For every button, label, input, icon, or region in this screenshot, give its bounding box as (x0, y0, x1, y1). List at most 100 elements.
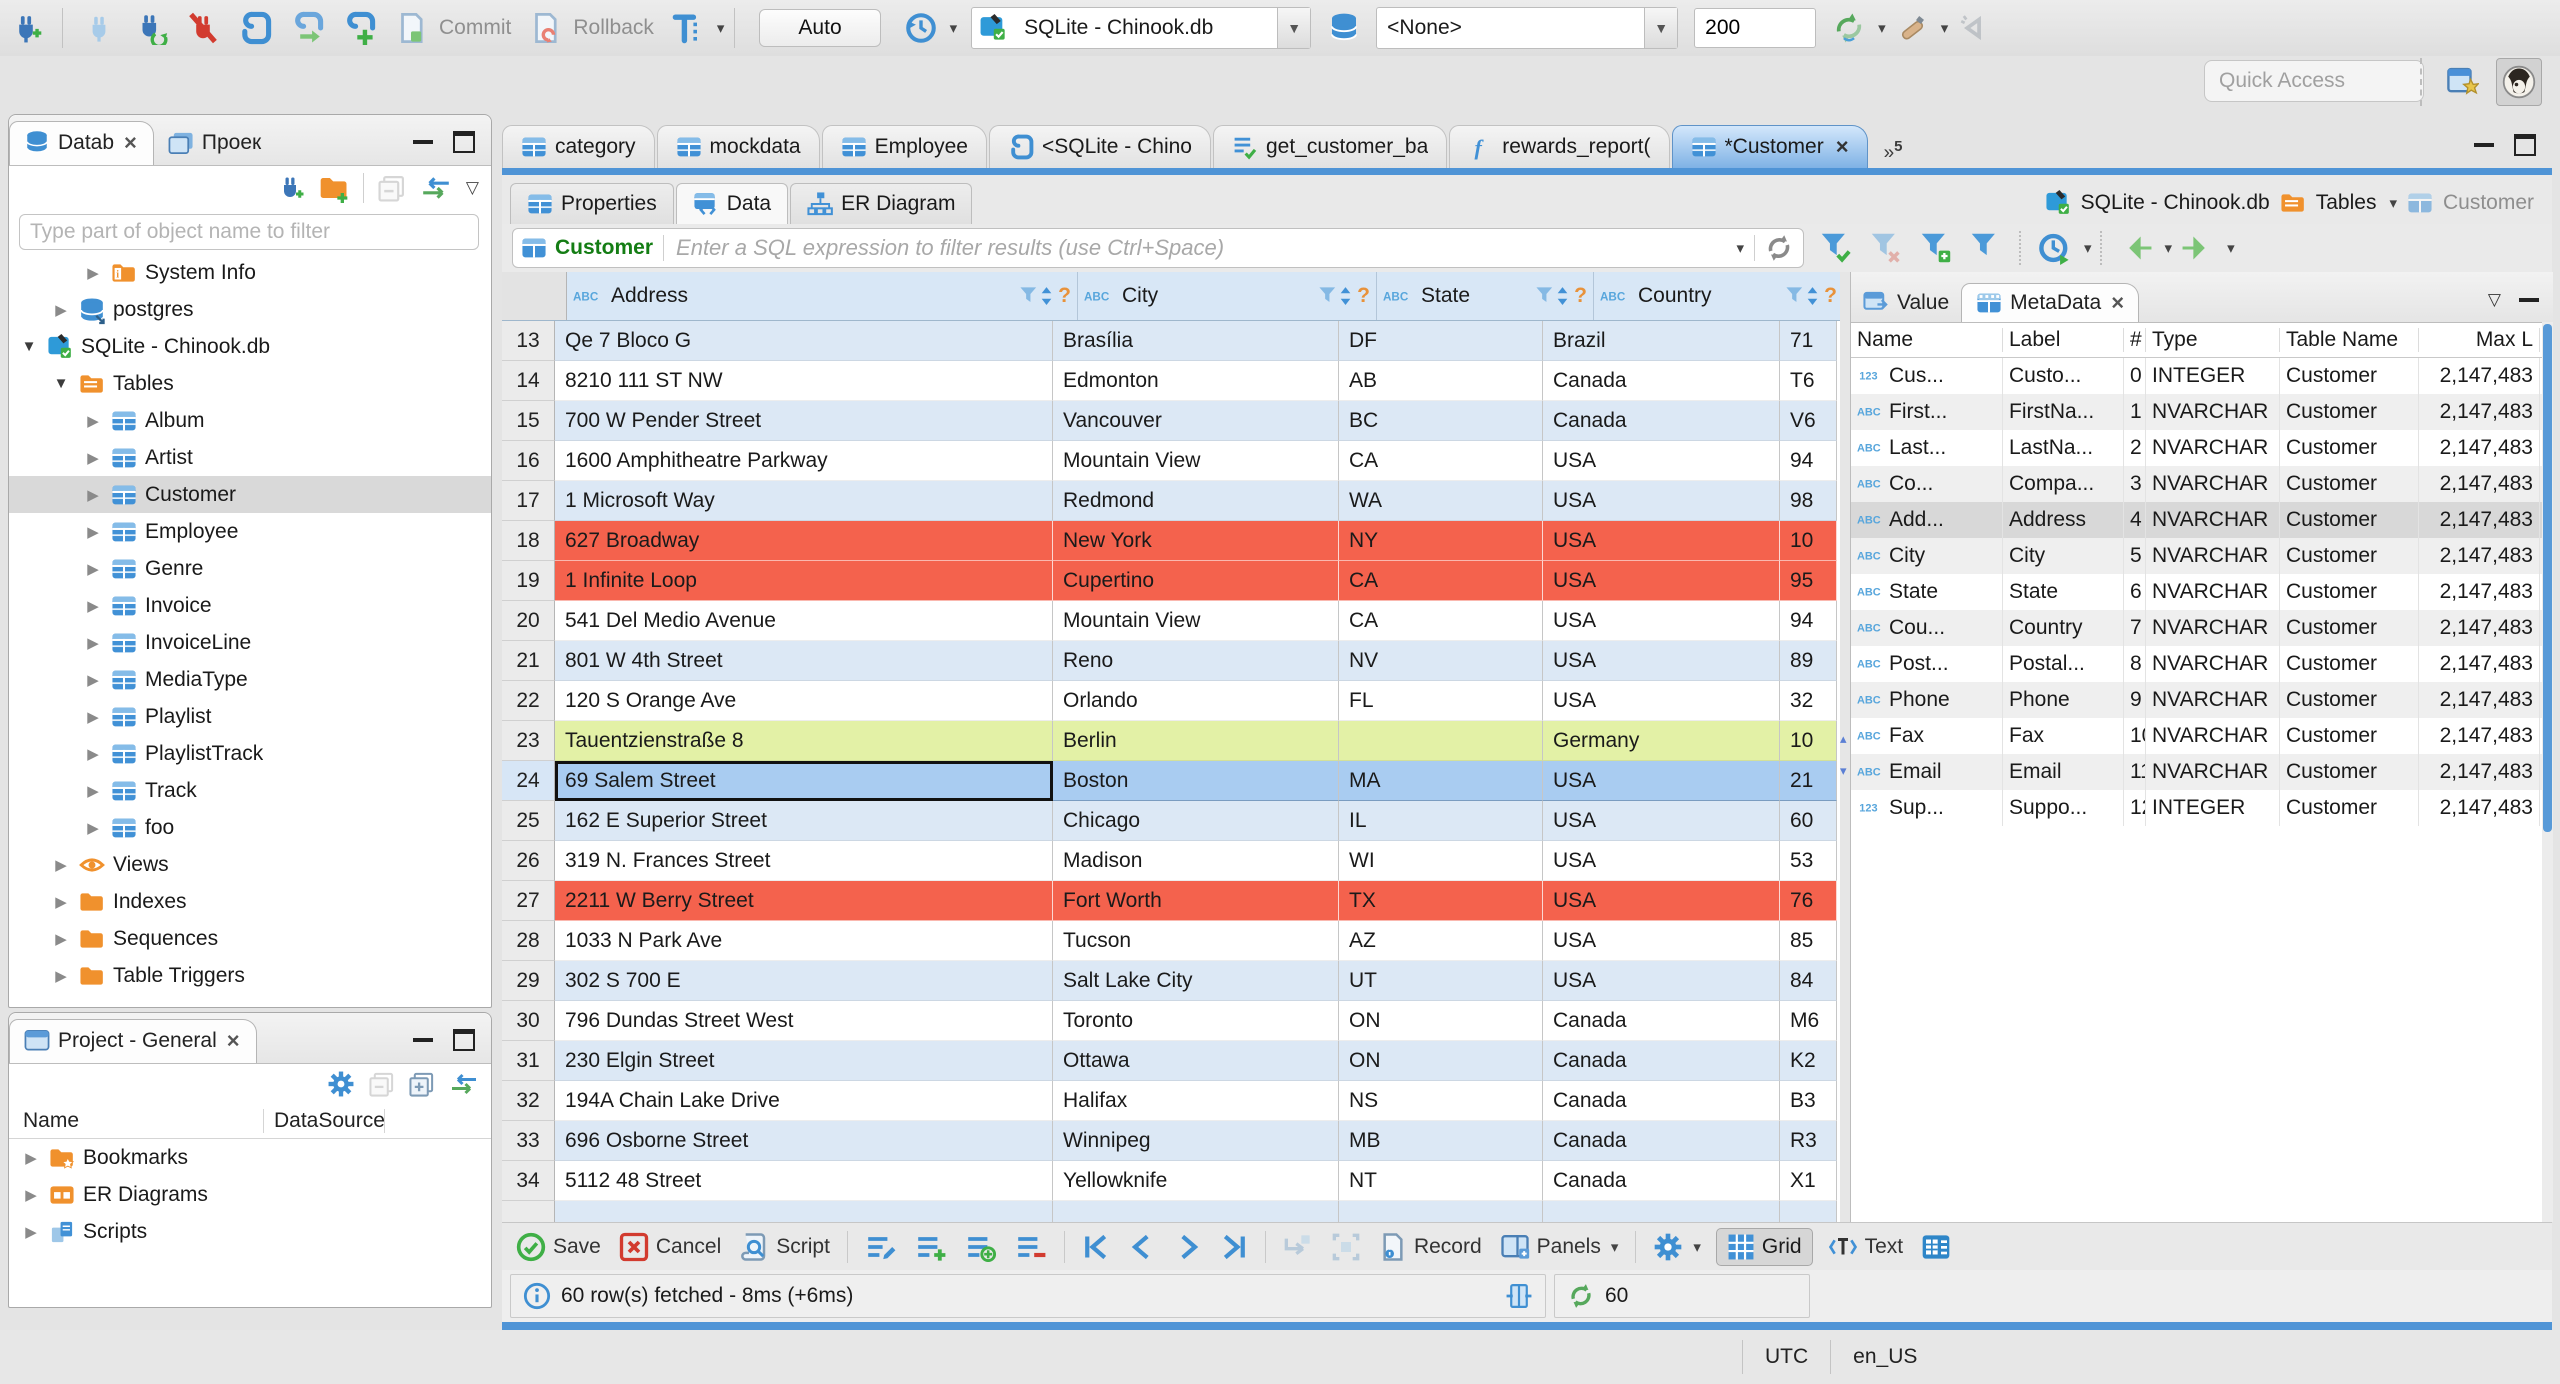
metadata-cell[interactable]: 3 (2124, 466, 2146, 502)
grid-cell[interactable]: MA (1339, 761, 1543, 801)
link-with-editor-icon[interactable] (449, 1072, 479, 1096)
grid-cell[interactable]: Qe 7 Bloco G (555, 321, 1053, 361)
metadata-cell[interactable]: Postal... (2003, 646, 2124, 682)
metadata-cell[interactable]: 2,147,483 (2419, 718, 2540, 754)
tab-data[interactable]: Data (675, 183, 789, 224)
go-to-row-icon[interactable] (1283, 1232, 1313, 1262)
perspective-dbeaver-icon[interactable] (2496, 58, 2542, 106)
metadata-cell[interactable]: State (2003, 574, 2124, 610)
metadata-cell[interactable]: Customer (2280, 574, 2419, 610)
grid-cell[interactable]: AB (1339, 361, 1543, 401)
metadata-row[interactable]: ABC State State 6 NVARCHAR Customer 2,147,483 (1851, 574, 2553, 610)
row-number[interactable]: 26 (502, 841, 555, 881)
grid-cell[interactable]: USA (1543, 681, 1780, 721)
metadata-name-cell[interactable]: ABC Phone (1851, 682, 2003, 718)
grid-cell[interactable]: 302 S 700 E (555, 961, 1053, 1001)
transaction-mode-icon[interactable] (669, 9, 707, 47)
grid-cell[interactable]: 60 (1780, 801, 1837, 841)
custom-filter-icon[interactable] (1970, 232, 2002, 264)
metadata-cell[interactable]: NVARCHAR (2146, 574, 2280, 610)
metadata-cell[interactable]: Customer (2280, 754, 2419, 790)
breadcrumb-database[interactable]: SQLite - Chinook.db (2081, 191, 2270, 215)
grid-cell[interactable]: 1 Infinite Loop (555, 561, 1053, 601)
tree-item-foo[interactable]: ▶ foo (9, 809, 491, 846)
metadata-cell[interactable]: NVARCHAR (2146, 466, 2280, 502)
metadata-cell[interactable]: Fax (2003, 718, 2124, 754)
metadata-row[interactable]: ABCFaxFax10NVARCHARCustomer2,147,483 (1851, 718, 2553, 754)
grid-cell[interactable] (1780, 1201, 1837, 1222)
view-menu-icon[interactable]: ▽ (2488, 290, 2501, 310)
metadata-cell[interactable]: Customer (2280, 358, 2419, 394)
metadata-cell[interactable]: FirstNa... (2003, 394, 2124, 430)
tree-collapse-icon[interactable]: ▼ (19, 338, 39, 355)
grid-corner[interactable] (502, 272, 567, 320)
metadata-cell[interactable]: Customer (2280, 502, 2419, 538)
grid-cell[interactable]: IL (1339, 801, 1543, 841)
settings-gear-icon[interactable] (327, 1070, 355, 1098)
grid-cell[interactable]: R3 (1780, 1121, 1837, 1161)
refresh-icon[interactable] (1764, 233, 1794, 263)
metadata-cell[interactable]: 2,147,483 (2419, 574, 2540, 610)
tree-item-customer[interactable]: ▶ Customer (9, 476, 491, 513)
metadata-name-cell[interactable]: ABC Co... (1851, 466, 2003, 502)
metadata-cell[interactable]: 2,147,483 (2419, 754, 2540, 790)
perspective-dbeaver-new-icon[interactable] (2440, 58, 2484, 104)
tree-item-invoiceline[interactable]: ▶ InvoiceLine (9, 624, 491, 661)
auto-commit-button[interactable]: Auto (759, 9, 881, 47)
editor-tab--customer[interactable]: *Customer × (1671, 125, 1868, 168)
row-number[interactable]: 27 (502, 881, 555, 921)
grid-cell[interactable]: New York (1053, 521, 1339, 561)
grid-cell[interactable]: 53 (1780, 841, 1837, 881)
fetch-previous-caret[interactable]: ▾ (2165, 239, 2173, 257)
grid-cell[interactable]: Madison (1053, 841, 1339, 881)
tree-item-data-types[interactable]: ▶Data Types (9, 994, 491, 1003)
metadata-name-cell[interactable]: ABC Fax (1851, 718, 2003, 754)
project-item-bookmarks[interactable]: ▶ Bookmarks (9, 1139, 491, 1176)
grid-cell[interactable]: Mountain View (1053, 601, 1339, 641)
tree-expand-icon[interactable]: ▶ (21, 1149, 41, 1167)
maximize-icon[interactable] (453, 131, 475, 153)
metadata-cell[interactable]: 8 (2124, 646, 2146, 682)
grid-cell[interactable]: 700 W Pender Street (555, 401, 1053, 441)
grid-cell[interactable]: AZ (1339, 921, 1543, 961)
column-sort-icon[interactable] (1338, 285, 1353, 307)
metadata-cell[interactable]: 2,147,483 (2419, 790, 2540, 826)
grid-cell[interactable]: USA (1543, 481, 1780, 521)
row-number[interactable]: 13 (502, 321, 555, 361)
grid-cell[interactable]: 696 Osborne Street (555, 1121, 1053, 1161)
tree-item-sequences[interactable]: ▶ Sequences (9, 920, 491, 957)
grid-cell[interactable]: 627 Broadway (555, 521, 1053, 561)
column-filter-icon[interactable] (1318, 286, 1338, 306)
grid-cell[interactable]: Canada (1543, 1081, 1780, 1121)
collapse-all-icon[interactable] (378, 174, 406, 202)
metadata-cell[interactable]: 2,147,483 (2419, 430, 2540, 466)
tree-item-table-triggers[interactable]: ▶ Table Triggers (9, 957, 491, 994)
tree-expand-icon[interactable]: ▶ (83, 745, 103, 763)
panels-caret[interactable]: ▾ (1611, 1238, 1619, 1256)
minimize-icon[interactable] (2519, 298, 2539, 302)
grid-cell[interactable]: 84 (1780, 961, 1837, 1001)
grid-cell[interactable]: Canada (1543, 1001, 1780, 1041)
grid-cell[interactable]: Vancouver (1053, 401, 1339, 441)
transaction-log-caret[interactable]: ▾ (950, 19, 958, 37)
column-datasource[interactable]: DataSource (264, 1109, 385, 1133)
metadata-column-max-l[interactable]: Max L (2419, 328, 2540, 352)
column-filter-icon[interactable] (1019, 286, 1039, 306)
grid-cell[interactable]: Reno (1053, 641, 1339, 681)
close-icon[interactable]: × (2111, 290, 2124, 316)
reconnect-icon[interactable] (132, 9, 170, 47)
grid-cell[interactable]: 98 (1780, 481, 1837, 521)
grid-cell[interactable]: 801 W 4th Street (555, 641, 1053, 681)
metadata-cell[interactable]: 2,147,483 (2419, 682, 2540, 718)
refresh-status-box[interactable]: 60 (1554, 1274, 1810, 1318)
grid-cell[interactable]: FL (1339, 681, 1543, 721)
grid-cell[interactable]: USA (1543, 641, 1780, 681)
tree-expand-icon[interactable]: ▶ (83, 449, 103, 467)
row-number[interactable]: 33 (502, 1121, 555, 1161)
metadata-cell[interactable]: Email (2003, 754, 2124, 790)
tree-item-artist[interactable]: ▶ Artist (9, 439, 491, 476)
filter-history-caret[interactable]: ▾ (1736, 239, 1744, 257)
view-menu-icon[interactable]: ▽ (466, 178, 479, 198)
grid-cell[interactable]: Tauentzienstraße 8 (555, 721, 1053, 761)
row-number[interactable]: 19 (502, 561, 555, 601)
